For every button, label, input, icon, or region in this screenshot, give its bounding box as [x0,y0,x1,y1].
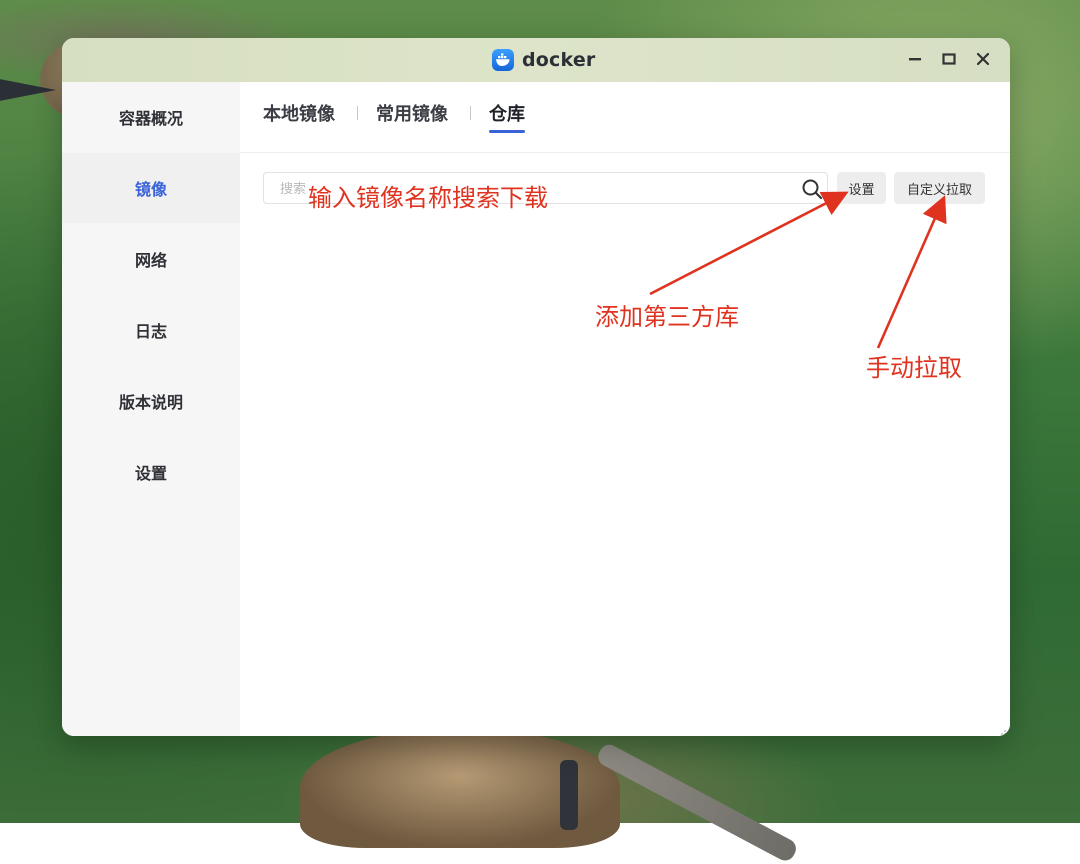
minus-icon [909,58,921,61]
window-controls [906,50,992,68]
registry-settings-button[interactable]: 设置 [837,172,886,204]
docker-whale-icon [492,49,514,71]
sidebar: 容器概况 镜像 网络 日志 版本说明 设置 [62,82,240,736]
wallpaper-bird-beak [0,78,56,102]
sidebar-item-release-notes[interactable]: 版本说明 [62,366,240,436]
tab-bar: 本地镜像 常用镜像 仓库 [240,82,1010,153]
title-bar[interactable]: docker [62,38,1010,83]
square-icon [942,53,956,65]
tab-repository[interactable]: 仓库 [489,100,525,126]
sidebar-item-label: 镜像 [134,180,167,199]
tab-local-images[interactable]: 本地镜像 [263,100,335,126]
x-icon [976,52,990,66]
docker-window: docker 容器概况 镜像 网络 日志 版本说明 设置 本地镜像 常用镜像 仓… [62,38,1010,736]
app-title: docker [492,48,596,72]
app-title-text: docker [522,49,596,71]
sidebar-item-label: 网络 [134,251,167,270]
annotation-search-hint: 输入镜像名称搜索下载 [308,184,548,212]
resize-grip-icon[interactable] [997,723,1007,735]
sidebar-item-label: 容器概况 [118,109,183,128]
sidebar-item-settings[interactable]: 设置 [62,437,240,507]
wallpaper-bird-tail [594,741,800,864]
tab-common-images[interactable]: 常用镜像 [376,100,448,126]
minimize-button[interactable] [906,50,924,68]
sidebar-item-label: 日志 [134,322,167,341]
annotation-settings-hint: 添加第三方库 [595,303,739,331]
sidebar-item-logs[interactable]: 日志 [62,295,240,365]
active-tab-indicator [489,130,525,133]
annotation-pull-hint: 手动拉取 [866,354,962,382]
tab-separator [357,106,358,120]
sidebar-item-label: 版本说明 [118,393,183,412]
maximize-button[interactable] [940,50,958,68]
sidebar-item-network[interactable]: 网络 [62,224,240,294]
sidebar-item-container-overview[interactable]: 容器概况 [62,82,240,152]
custom-pull-button[interactable]: 自定义拉取 [894,172,985,204]
wallpaper-bird-leg [560,760,578,830]
tab-separator [470,106,471,120]
search-icon[interactable] [801,178,823,200]
sidebar-item-images[interactable]: 镜像 [62,153,240,223]
sidebar-item-label: 设置 [134,464,167,483]
close-button[interactable] [974,50,992,68]
